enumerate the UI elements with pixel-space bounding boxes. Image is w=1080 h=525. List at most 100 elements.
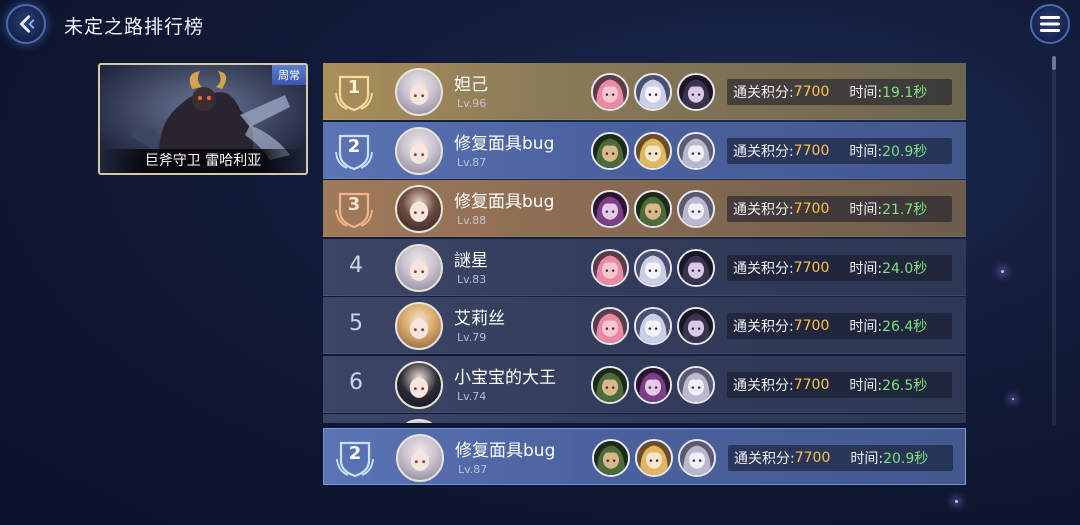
- team-lineup: [591, 73, 715, 111]
- time-value: 24.0秒: [882, 260, 928, 277]
- player-level: Lv.88: [457, 214, 487, 227]
- scrollbar[interactable]: [1052, 56, 1056, 426]
- score-value: 7700: [793, 84, 830, 100]
- dark-hair-hero-icon[interactable]: [677, 248, 715, 287]
- purple-hair-hero-icon[interactable]: [591, 190, 629, 228]
- hamburger-menu-icon: [1040, 16, 1060, 32]
- player-level: Lv.96: [457, 97, 487, 110]
- boss-name: 巨斧守卫 雷哈利亚: [100, 149, 306, 173]
- green-hair-hero-icon[interactable]: [591, 131, 629, 170]
- pink-hair-hero-icon[interactable]: [591, 248, 629, 287]
- score-label: 通关积分:: [733, 202, 794, 218]
- white-hair-hero-icon[interactable]: [634, 73, 672, 111]
- rank-number: 2: [347, 135, 361, 157]
- player-name: 修复面具bug: [454, 192, 555, 212]
- silver-hair-hero-icon[interactable]: [677, 365, 715, 404]
- pink-hair-hero-icon[interactable]: [591, 73, 629, 111]
- score-value: 7700: [793, 318, 830, 334]
- star-sparkle: [1012, 398, 1014, 400]
- white-hair-hero-icon[interactable]: [634, 307, 672, 345]
- player-name: 修复面具bug: [455, 441, 556, 461]
- time-label: 时间:: [849, 319, 883, 335]
- purple-hair-hero-icon[interactable]: [634, 365, 672, 404]
- team-lineup: [591, 190, 715, 228]
- player-name: 修复面具bug: [454, 133, 555, 154]
- rank-number: 6: [349, 369, 363, 395]
- star-sparkle: [955, 500, 958, 503]
- rank-row[interactable]: 1 妲己 Lv.96 通关积分: 7700 时间: 19.1秒: [323, 63, 966, 120]
- team-lineup: [591, 131, 715, 170]
- score-label: 通关积分:: [733, 143, 794, 160]
- rank-row[interactable]: 2 修复面具bug Lv.87 通关积分: 7700 时间: 20.9秒: [323, 121, 966, 179]
- blond-hair-hero-icon[interactable]: [634, 131, 672, 170]
- silver-hair-hero-icon[interactable]: [678, 439, 716, 477]
- player-level: Lv.79: [457, 331, 487, 344]
- player-level: Lv.83: [457, 272, 487, 286]
- blond-hair-hero-icon[interactable]: [635, 439, 673, 477]
- rank-badge-icon: 2: [333, 130, 375, 172]
- menu-button[interactable]: [1030, 4, 1070, 44]
- rank-row[interactable]: 5 艾莉丝 Lv.79 通关积分: 7700 时间: 26.4秒: [323, 297, 966, 354]
- team-lineup: [591, 248, 715, 287]
- green-hair-hero-icon[interactable]: [591, 365, 629, 404]
- time-value: 20.9秒: [882, 143, 928, 160]
- rank-number: 2: [348, 443, 362, 464]
- white-hair-girl-avatar[interactable]: [395, 68, 443, 116]
- dark-hair-hero-icon[interactable]: [677, 73, 715, 111]
- silver-hair-hero-icon[interactable]: [677, 131, 715, 170]
- white-hair-girl-avatar[interactable]: [395, 243, 443, 292]
- player-name: 艾莉丝: [454, 309, 505, 329]
- weekly-tag: 周常: [272, 65, 306, 85]
- player-level: Lv.87: [458, 463, 488, 476]
- score-value: 7700: [793, 142, 830, 159]
- rank-row[interactable]: 4 謎星 Lv.83 通关积分: 7700 时间: 24.0秒: [323, 238, 966, 296]
- silver-hair-girl-avatar[interactable]: [396, 434, 444, 482]
- score-value: 7700: [794, 450, 831, 466]
- time-label: 时间:: [849, 202, 883, 218]
- silver-hair-hero-icon[interactable]: [677, 190, 715, 228]
- time-value: 19.1秒: [882, 85, 928, 101]
- green-hair-hero-icon[interactable]: [592, 439, 630, 477]
- score-box: 通关积分: 7700 时间: 24.0秒: [727, 254, 952, 281]
- back-button[interactable]: [6, 4, 46, 44]
- scrollbar-thumb[interactable]: [1052, 56, 1056, 70]
- score-value: 7700: [793, 376, 830, 393]
- rank-row[interactable]: 7珊瑚Lv.71通关积分:7700时间:27.0秒: [323, 414, 966, 423]
- time-label: 时间:: [849, 260, 883, 277]
- score-label: 通关积分:: [734, 451, 795, 467]
- white-hair-girl-avatar[interactable]: [395, 419, 443, 423]
- score-label: 通关积分:: [733, 377, 794, 394]
- time-label: 时间:: [849, 377, 883, 394]
- pink-hair-hero-icon[interactable]: [591, 307, 629, 345]
- my-rank-row[interactable]: 2 修复面具bug Lv.87 通关积分: 7700 时间: 20.9秒: [323, 428, 966, 485]
- team-lineup: [592, 439, 716, 477]
- player-name: 珊瑚: [454, 421, 488, 423]
- rank-badge-icon: 2: [334, 437, 376, 479]
- score-box: 通关积分: 7700 时间: 26.4秒: [727, 313, 952, 339]
- green-hair-hero-icon[interactable]: [634, 190, 672, 228]
- rank-number: 3: [347, 194, 361, 215]
- boss-card[interactable]: 周常 巨斧守卫 雷哈利亚: [98, 63, 308, 175]
- back-arrow-icon: [20, 15, 35, 33]
- team-lineup: [591, 365, 715, 404]
- player-name: 小宝宝的大王: [454, 367, 556, 388]
- score-value: 7700: [793, 201, 830, 217]
- dark-hair-hero-icon[interactable]: [677, 307, 715, 345]
- brown-hair-girl-avatar[interactable]: [395, 185, 443, 233]
- time-label: 时间:: [850, 451, 884, 467]
- team-lineup: [591, 307, 715, 345]
- time-label: 时间:: [849, 143, 883, 160]
- time-value: 26.4秒: [882, 319, 928, 335]
- page-title: 未定之路排行榜: [64, 16, 205, 38]
- blond-hair-girl-avatar[interactable]: [395, 302, 443, 350]
- silver-hair-girl-avatar[interactable]: [395, 126, 443, 175]
- rank-badge-icon: 3: [333, 188, 375, 230]
- ranking-list[interactable]: 1 妲己 Lv.96 通关积分: 7700 时间: 19.1秒 2 修复面具bug Lv.87 通关…: [323, 63, 966, 423]
- time-label: 时间:: [849, 85, 883, 101]
- black-hair-girl-avatar[interactable]: [395, 360, 443, 409]
- rank-row[interactable]: 3 修复面具bug Lv.88 通关积分: 7700 时间: 21.7秒: [323, 180, 966, 237]
- player-level: Lv.87: [457, 155, 487, 169]
- score-label: 通关积分:: [733, 85, 794, 101]
- white-hair-hero-icon[interactable]: [634, 248, 672, 287]
- rank-row[interactable]: 6 小宝宝的大王 Lv.74 通关积分: 7700 时间: 26.5秒: [323, 355, 966, 413]
